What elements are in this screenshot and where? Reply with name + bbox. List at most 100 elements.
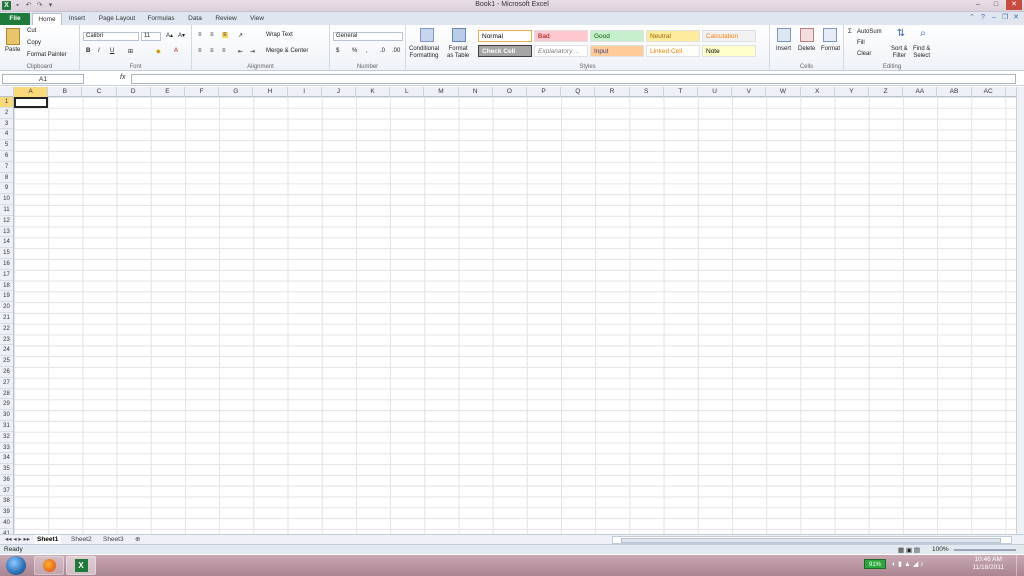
underline-icon[interactable]: U — [110, 48, 114, 54]
row-header[interactable]: 10 — [0, 194, 13, 205]
column-header[interactable]: AC — [972, 87, 1006, 97]
sort-filter-icon[interactable]: ⇅ — [895, 28, 907, 41]
zoom-slider[interactable] — [954, 549, 1016, 551]
row-header[interactable]: 1 — [0, 97, 13, 108]
row-header[interactable]: 20 — [0, 302, 13, 313]
cell-style-normal[interactable]: Normal — [478, 30, 532, 42]
horizontal-scroll-thumb[interactable] — [621, 538, 1001, 543]
bold-icon[interactable]: B — [86, 48, 90, 54]
cut-button[interactable]: Cut — [27, 28, 36, 34]
doc-close-icon[interactable]: ✕ — [1012, 14, 1020, 22]
name-box[interactable]: A1 — [2, 74, 84, 84]
column-header[interactable]: AA — [903, 87, 938, 97]
row-header[interactable]: 13 — [0, 227, 13, 238]
column-header[interactable]: K — [356, 87, 391, 97]
delete-button[interactable]: Delete — [798, 46, 815, 52]
row-header[interactable]: 40 — [0, 518, 13, 529]
conditional-formatting-icon[interactable] — [420, 28, 434, 42]
align-middle-icon[interactable]: ≡ — [210, 32, 214, 38]
row-header[interactable]: 24 — [0, 345, 13, 357]
sort-filter-button[interactable]: Sort & Filter — [891, 46, 908, 60]
tab-view[interactable]: View — [246, 13, 268, 25]
doc-minimize-icon[interactable]: – — [990, 14, 998, 22]
row-header[interactable]: 4 — [0, 129, 13, 141]
find-select-button[interactable]: Find & Select — [913, 46, 930, 60]
battery-indicator[interactable]: 91% — [864, 559, 886, 569]
column-header[interactable]: F — [185, 87, 220, 97]
row-header[interactable]: 36 — [0, 475, 13, 486]
minimize-ribbon-icon[interactable]: ⌃ — [968, 14, 976, 22]
cell-style-check-cell[interactable]: Check Cell — [478, 45, 532, 57]
cell-style-good[interactable]: Good — [590, 30, 644, 42]
row-header[interactable]: 5 — [0, 140, 13, 151]
tab-page-layout[interactable]: Page Layout — [96, 13, 138, 25]
insert-cells-icon[interactable] — [777, 28, 791, 42]
row-header[interactable]: 17 — [0, 270, 13, 281]
row-header[interactable]: 22 — [0, 324, 13, 335]
row-header[interactable]: 39 — [0, 507, 13, 519]
delete-cells-icon[interactable] — [800, 28, 814, 42]
row-header[interactable]: 7 — [0, 162, 13, 173]
align-left-icon[interactable]: ≡ — [198, 48, 202, 54]
tray-icons[interactable]: ◐ ▮ ▲ ◢ ♪ — [892, 560, 924, 568]
paste-icon[interactable] — [6, 28, 20, 45]
borders-icon[interactable]: ⊞ — [128, 48, 133, 55]
row-header[interactable]: 11 — [0, 205, 13, 216]
fill-button[interactable]: Fill — [857, 40, 865, 46]
align-top-icon[interactable]: ≡ — [198, 32, 202, 38]
align-right-icon[interactable]: ≡ — [222, 48, 226, 54]
start-button[interactable] — [6, 556, 26, 575]
conditional-formatting-button[interactable]: Conditional Formatting — [409, 46, 439, 60]
tab-insert[interactable]: Insert — [64, 13, 90, 25]
vertical-scrollbar[interactable] — [1016, 87, 1024, 534]
increase-indent-icon[interactable]: ⇥ — [250, 48, 255, 55]
copy-button[interactable]: Copy — [27, 40, 41, 46]
excel-taskbar-button[interactable]: X — [66, 556, 96, 575]
align-bottom-icon[interactable]: ≡ — [222, 32, 228, 38]
zoom-level[interactable]: 100% — [932, 546, 949, 553]
increase-decimal-icon[interactable]: .0 — [380, 48, 385, 54]
column-header[interactable]: G — [219, 87, 254, 97]
formula-input[interactable] — [131, 74, 1016, 84]
row-header[interactable]: 2 — [0, 108, 13, 119]
comma-icon[interactable]: , — [366, 48, 368, 54]
currency-icon[interactable]: $ — [336, 48, 339, 54]
row-header[interactable]: 23 — [0, 335, 13, 346]
font-size-select[interactable]: 11 — [141, 32, 161, 41]
column-header[interactable]: N — [459, 87, 493, 97]
row-header[interactable]: 33 — [0, 443, 13, 454]
row-header[interactable]: 19 — [0, 291, 13, 303]
row-header[interactable]: 30 — [0, 410, 13, 421]
minimize-button[interactable]: – — [970, 0, 986, 10]
decrease-decimal-icon[interactable]: .00 — [392, 48, 400, 54]
column-header[interactable]: X — [801, 87, 835, 97]
row-header[interactable]: 25 — [0, 356, 13, 367]
select-all-corner[interactable] — [0, 87, 14, 97]
cell-style-calculation[interactable]: Calculation — [702, 30, 756, 42]
row-header[interactable]: 31 — [0, 421, 13, 432]
row-header[interactable]: 29 — [0, 399, 13, 411]
tab-data[interactable]: Data — [184, 13, 206, 25]
decrease-indent-icon[interactable]: ⇤ — [238, 48, 243, 55]
format-button[interactable]: Format — [821, 46, 840, 52]
wrap-text-button[interactable]: Wrap Text — [266, 32, 293, 38]
row-header[interactable]: 35 — [0, 464, 13, 475]
column-header[interactable]: P — [527, 87, 562, 97]
row-header[interactable]: 37 — [0, 486, 13, 497]
row-header[interactable]: 6 — [0, 151, 13, 162]
format-as-table-icon[interactable] — [452, 28, 466, 42]
cell-style-neutral[interactable]: Neutral — [646, 30, 700, 42]
format-as-table-button[interactable]: Format as Table — [447, 46, 469, 60]
tab-review[interactable]: Review — [212, 13, 240, 25]
font-color-icon[interactable]: A — [174, 48, 178, 54]
format-cells-icon[interactable] — [823, 28, 837, 42]
find-select-icon[interactable]: ⌕ — [917, 28, 929, 41]
cell-style-linked-cell[interactable]: Linked Cell — [646, 45, 700, 57]
merge-center-button[interactable]: Merge & Center — [266, 48, 308, 54]
column-header[interactable]: I — [288, 87, 322, 97]
close-button[interactable]: ✕ — [1006, 0, 1022, 10]
column-header[interactable]: B — [48, 87, 83, 97]
row-header[interactable]: 27 — [0, 378, 13, 389]
maximize-button[interactable]: □ — [988, 0, 1004, 10]
orientation-icon[interactable]: ↗ — [238, 32, 243, 39]
